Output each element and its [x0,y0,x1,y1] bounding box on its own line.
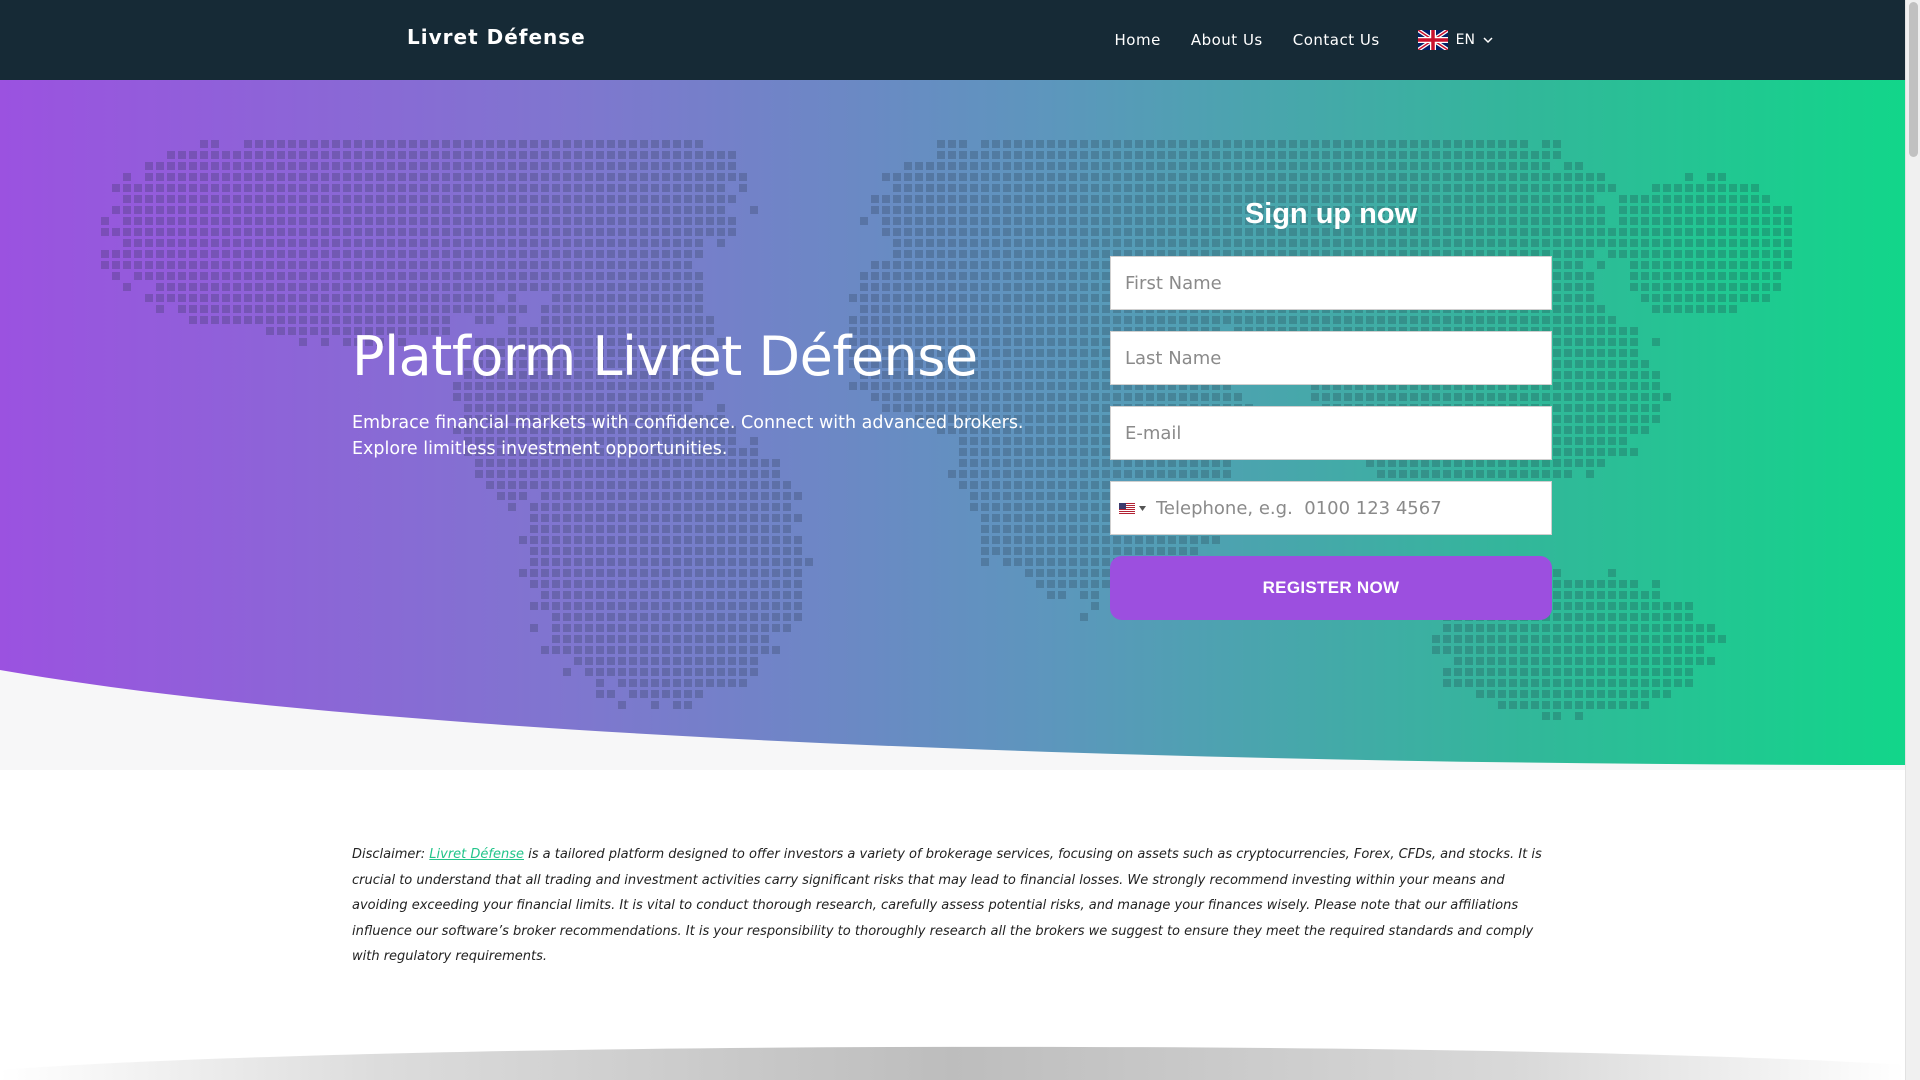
country-code-selector[interactable] [1119,502,1146,514]
language-label: EN [1455,32,1475,48]
disclaimer-prefix: Disclaimer: [352,847,430,862]
nav-about-us[interactable]: About Us [1191,31,1263,49]
nav-home[interactable]: Home [1115,31,1161,49]
hero-title: Platform Livret Défense [352,325,978,388]
last-name-field[interactable] [1110,331,1552,385]
hero-subtitle: Embrace financial markets with confidenc… [352,413,1024,459]
language-selector[interactable]: EN [1417,30,1493,50]
scrollbar-thumb[interactable] [1909,2,1918,157]
caret-down-icon [1139,505,1146,511]
phone-field[interactable] [1110,481,1552,535]
phone-input[interactable] [1156,482,1551,534]
brand-logo[interactable]: Livret Défense [407,25,586,49]
email-field[interactable] [1110,406,1552,460]
first-name-input[interactable] [1125,257,1551,309]
register-now-button[interactable]: REGISTER NOW [1110,556,1552,620]
nav-contact-us[interactable]: Contact Us [1293,31,1380,49]
disclaimer-brand-link[interactable]: Livret Défense [429,847,524,862]
site-header: Livret Défense Home About Us Contact Us … [0,0,1905,80]
first-name-field[interactable] [1110,256,1552,310]
page-scrollbar[interactable] [1905,0,1920,1080]
chevron-down-icon [1483,37,1493,44]
signup-title: Sign up now [1244,198,1418,230]
us-flag-icon [1119,502,1135,514]
disclaimer-text: Disclaimer: Livret Défense is a tailored… [352,842,1552,970]
uk-flag-icon [1417,30,1448,50]
last-name-input[interactable] [1125,332,1551,384]
hero-section: Platform Livret Défense Embrace financia… [0,80,1905,770]
main-nav: Home About Us Contact Us EN [905,0,1905,80]
disclaimer-body: is a tailored platform designed to offer… [352,847,1542,964]
email-input[interactable] [1125,407,1551,459]
hero-bottom-curve [0,670,1905,770]
next-section-preview [0,1040,1905,1080]
